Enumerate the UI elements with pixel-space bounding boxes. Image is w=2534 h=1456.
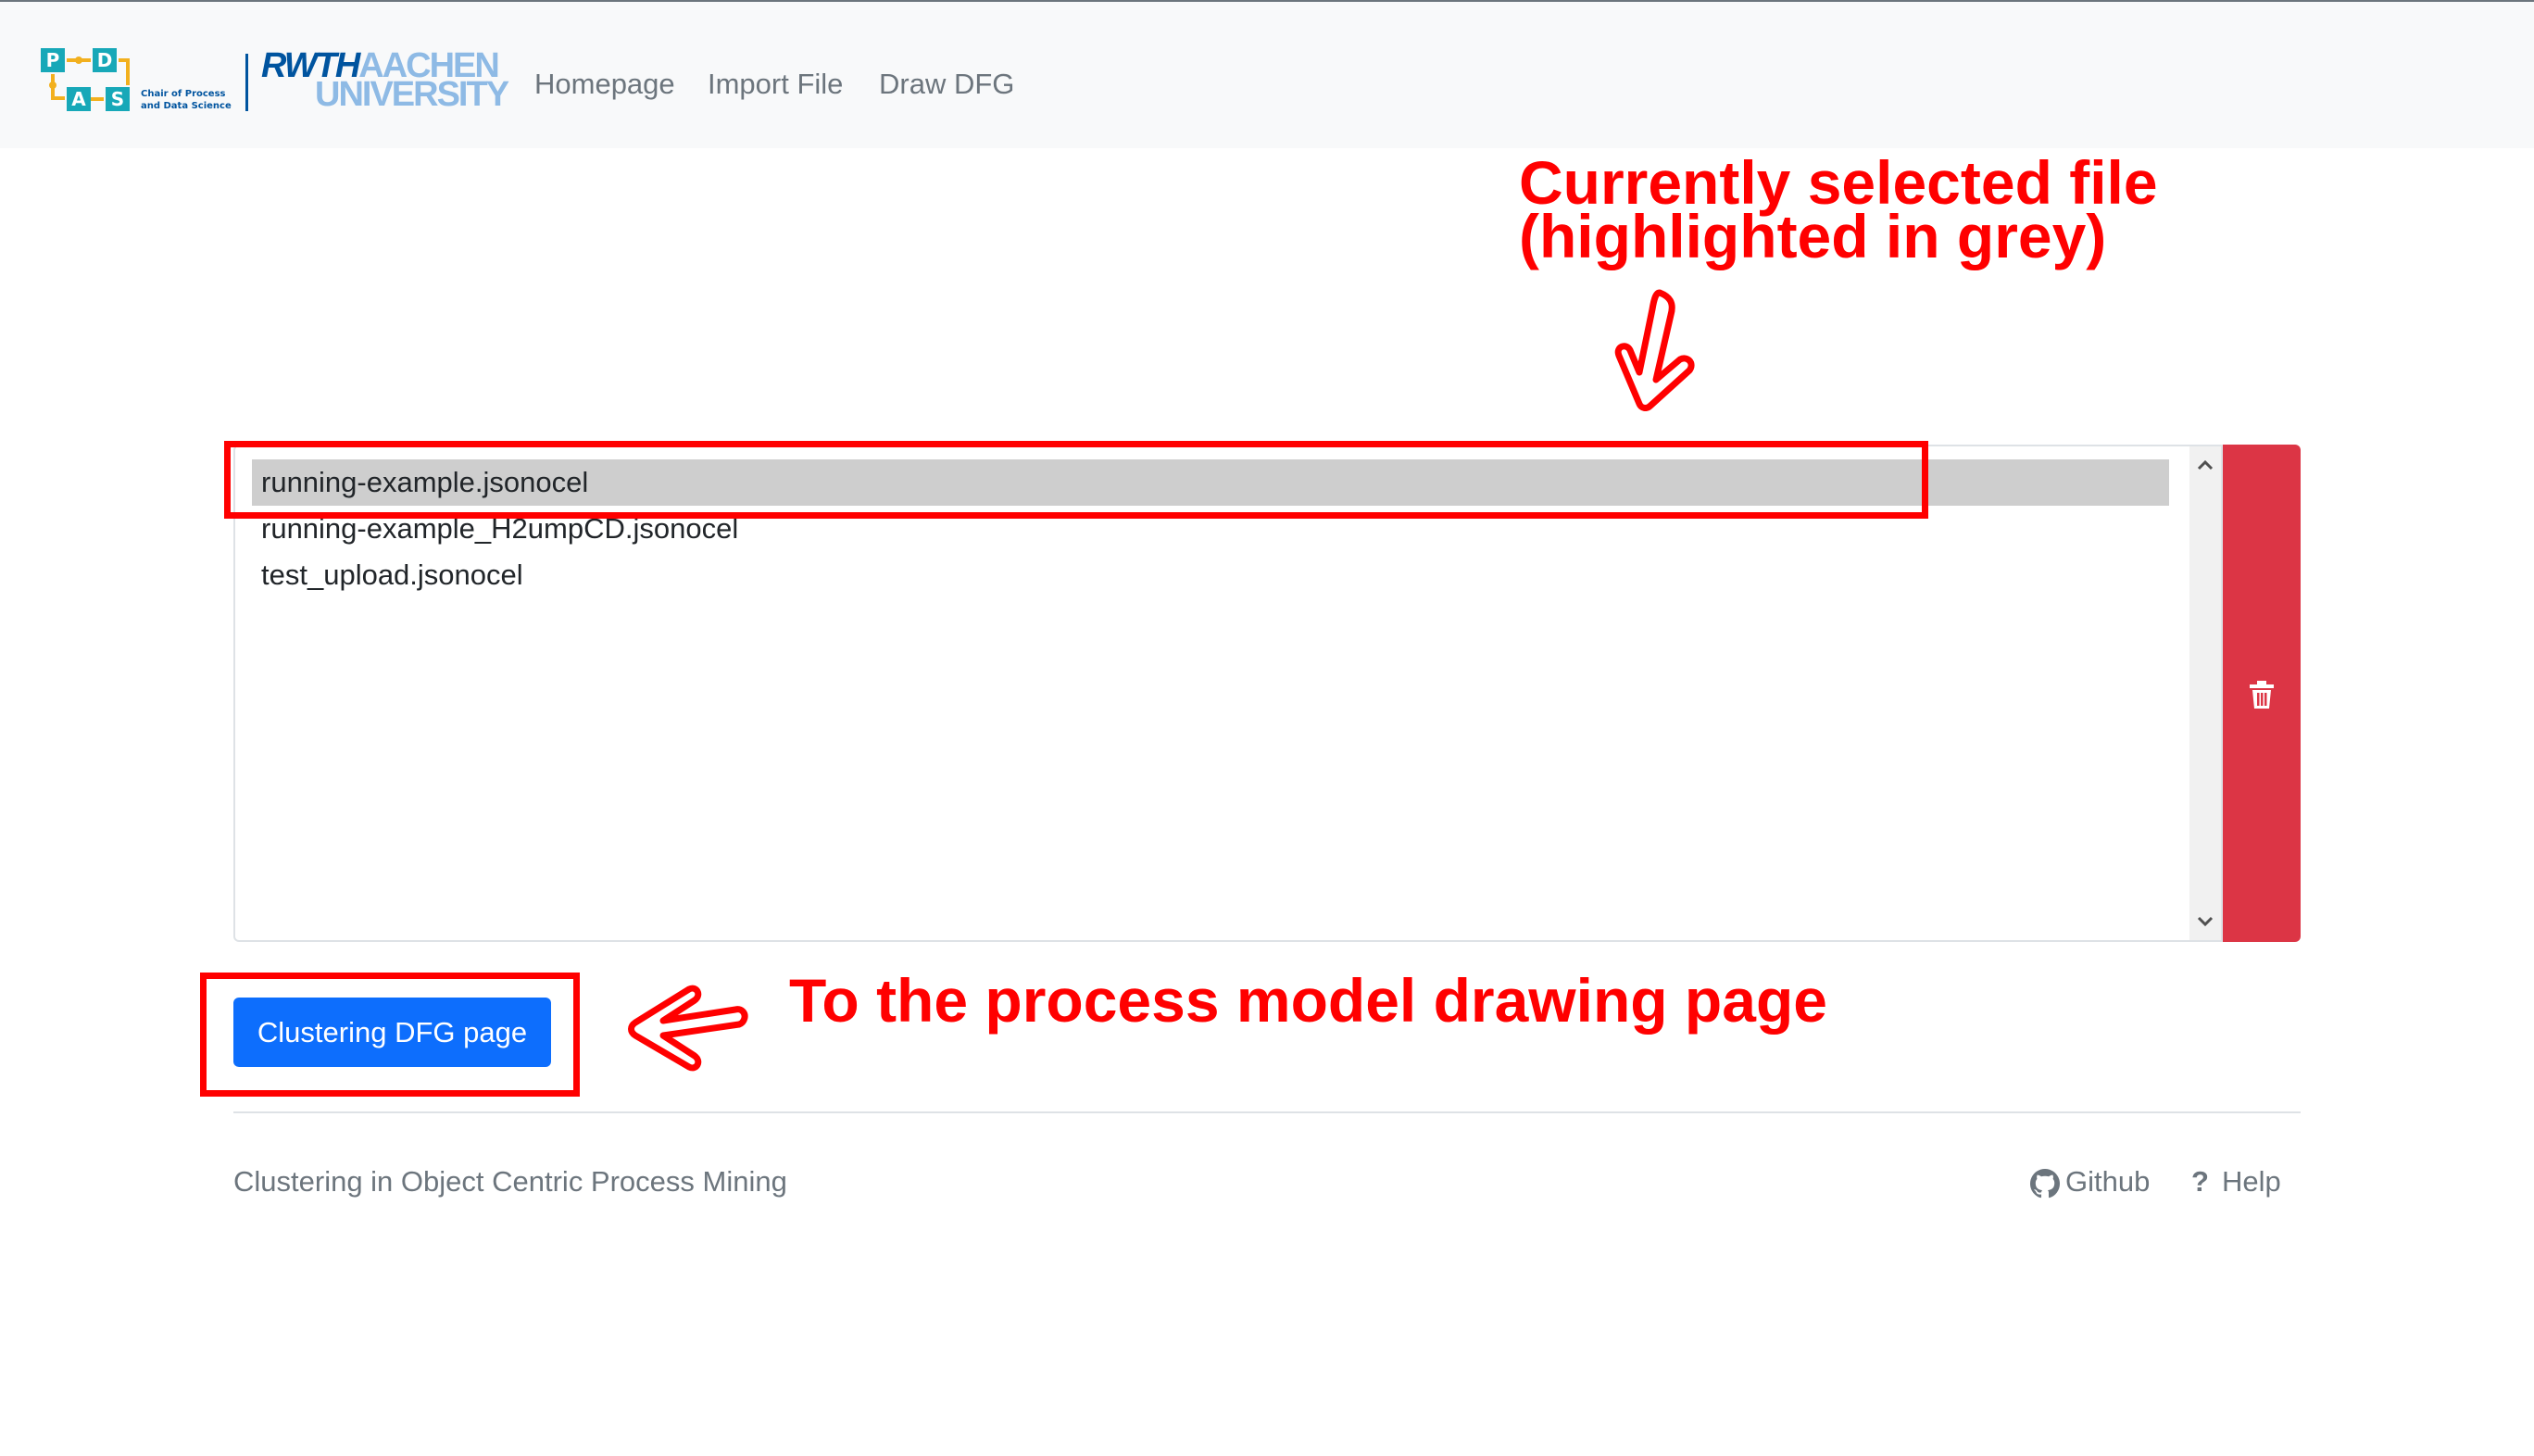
footer-divider (233, 1111, 2301, 1113)
delete-file-button[interactable] (2223, 445, 2301, 942)
highlight-box-selected-file (224, 441, 1928, 519)
nav-draw-dfg[interactable]: Draw DFG (879, 65, 1014, 104)
pads-letter-s: S (111, 88, 124, 110)
nav-homepage[interactable]: Homepage (534, 65, 675, 104)
pads-tagline-2: and Data Science (141, 101, 232, 111)
file-list[interactable]: running-example.jsonocel running-example… (233, 445, 2223, 942)
pads-letter-p: P (46, 49, 60, 71)
university-wordmark: UNIVERSITY (315, 75, 509, 114)
annotation-selected-file-line2: (highlighted in grey) (1519, 202, 2107, 270)
footer-text: Clustering in Object Centric Process Min… (233, 1165, 787, 1198)
footer-github-link[interactable]: Github (2030, 1161, 2150, 1202)
footer-help-label: Help (2221, 1165, 2281, 1198)
footer-github-label: Github (2065, 1165, 2151, 1198)
pads-letter-a: A (71, 88, 86, 110)
footer-help-link[interactable]: ? Help (2191, 1161, 2281, 1202)
arrow-left-icon (628, 985, 748, 1072)
annotation-drawing-page: To the process model drawing page (789, 966, 1827, 1035)
pads-letter-d: D (97, 49, 113, 71)
highlight-box-button (200, 973, 580, 1097)
navbar: P D A S Chair of Process and Data Scienc… (0, 2, 2534, 148)
scroll-up-icon[interactable] (2194, 454, 2216, 476)
scroll-down-icon[interactable] (2194, 910, 2216, 933)
rwth-logo[interactable]: RWTHAACHEN UNIVERSITY (261, 48, 509, 115)
github-icon (2030, 1168, 2060, 1199)
pads-tagline-1: Chair of Process (141, 89, 226, 99)
pads-logo[interactable]: P D A S Chair of Process and Data Scienc… (39, 44, 235, 115)
file-item[interactable]: test_upload.jsonocel (252, 552, 2169, 598)
nav-import-file[interactable]: Import File (708, 65, 843, 104)
logo-divider (245, 54, 248, 111)
arrow-down-icon (1614, 289, 1695, 411)
trash-icon (2250, 681, 2274, 709)
file-list-scrollbar[interactable] (2189, 446, 2221, 940)
help-icon: ? (2191, 1165, 2209, 1198)
